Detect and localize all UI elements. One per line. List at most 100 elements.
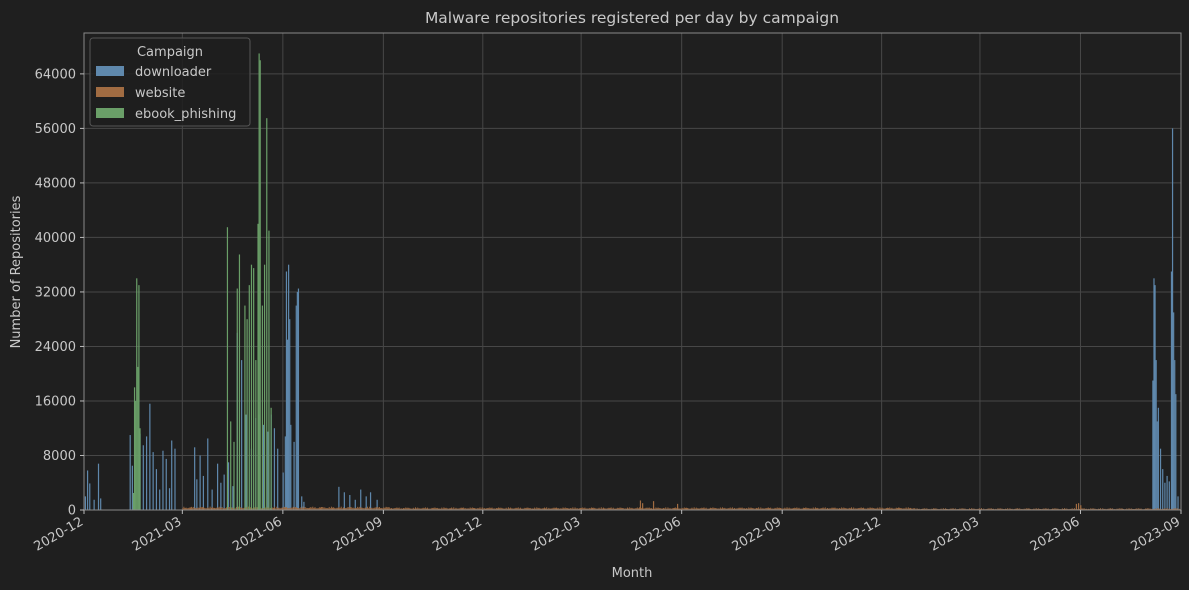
bar-downloader [338,486,340,510]
bar-downloader [277,448,279,510]
bar-downloader [297,288,300,510]
bar-downloader [165,458,167,510]
bar-ebook_phishing [236,288,238,510]
bar-downloader [284,436,286,510]
bar-downloader [89,483,91,510]
bar-ebook_phishing [261,305,264,510]
bar-downloader [93,499,95,510]
bar-ebook_phishing [233,441,235,510]
legend: Campaign downloader website ebook_phishing [89,37,251,127]
bar-downloader [86,470,89,510]
bar-downloader [131,465,133,510]
y-axis-label: Number of Repositories [9,195,24,348]
y-tick-label: 8000 [43,449,76,464]
bar-downloader [273,428,276,510]
y-tick-label: 16000 [35,394,76,409]
bar-downloader [1174,360,1176,510]
bar-downloader [285,271,288,510]
bar-downloader [286,339,289,510]
bar-ebook_phishing [266,118,268,510]
bar-downloader [159,489,161,510]
bar-downloader [232,486,234,510]
bar-ebook_phishing [238,254,241,510]
bar-downloader [1171,128,1174,510]
bar-downloader [295,305,297,510]
legend-swatch-ebook_phishing [96,108,124,118]
bar-downloader [245,414,247,510]
bar-downloader [149,403,151,510]
bar-ebook_phishing [253,268,255,510]
bar-downloader [97,463,100,510]
bar-downloader [289,319,291,510]
bar-downloader [282,472,284,510]
bar-downloader [155,469,158,510]
bar-ebook_phishing [137,366,139,510]
bar-downloader [174,448,176,510]
bar-ebook_phishing [255,360,257,510]
legend-label-ebook_phishing: ebook_phishing [135,107,236,122]
bar-downloader [100,498,102,510]
bar-downloader [207,438,209,510]
bar-downloader [1162,469,1164,510]
bar-downloader [199,455,201,510]
chart-title: Malware repositories registered per day … [425,9,839,27]
bar-downloader [168,488,171,510]
bar-downloader [1170,271,1173,510]
bar-ebook_phishing [268,230,270,510]
bar-downloader [202,475,204,510]
bar-downloader [152,452,154,510]
bar-downloader [1159,448,1162,510]
bar-ebook_phishing [135,400,137,510]
bar-downloader [1173,312,1175,510]
bar-downloader [84,496,86,510]
bar-downloader [360,489,362,510]
bar-ebook_phishing [248,285,250,510]
bar-ebook_phishing [270,407,272,510]
bar-downloader [223,474,225,510]
bar-downloader [227,462,230,510]
bar-ebook_phishing [250,264,253,510]
bar-downloader [1156,421,1158,510]
bar-ebook_phishing [133,387,136,510]
bar-downloader [220,482,222,510]
legend-swatch-website [96,87,124,97]
bar-downloader [1177,496,1179,510]
bar-ebook_phishing [226,227,229,510]
bar-ebook_phishing [132,492,135,510]
legend-swatch-downloader [96,66,124,76]
bar-ebook_phishing [136,278,138,510]
bar-ebook_phishing [246,319,248,510]
bar-downloader [343,492,345,510]
bar-downloader [1154,285,1156,510]
y-tick-label: 40000 [35,231,76,246]
bar-website [1080,505,1082,510]
bar-downloader [1155,360,1157,510]
bar-downloader [196,479,198,510]
bar-ebook_phishing [258,53,260,510]
legend-label-website: website [135,86,185,101]
bar-downloader [293,441,295,510]
y-tick-label: 32000 [35,285,76,300]
bar-downloader [129,435,131,510]
bar-ebook_phishing [139,428,141,510]
bar-downloader [171,440,173,510]
y-tick-label: 64000 [35,67,76,82]
bar-ebook_phishing [263,264,266,510]
x-axis-label: Month [612,566,653,581]
bar-ebook_phishing [257,223,259,511]
bar-website [1077,503,1080,510]
bar-downloader [162,450,164,510]
bar-website [247,506,249,510]
y-tick-label: 24000 [35,340,76,355]
bar-downloader [1157,407,1159,510]
bar-downloader [1168,481,1170,510]
bar-downloader [301,496,303,510]
legend-title: Campaign [137,45,203,60]
bar-website [209,506,211,510]
bar-downloader [1153,278,1155,510]
bar-downloader [1166,475,1168,510]
bar-website [639,500,642,510]
legend-label-downloader: downloader [135,65,212,80]
bar-downloader [194,447,196,510]
bar-downloader [296,291,298,510]
